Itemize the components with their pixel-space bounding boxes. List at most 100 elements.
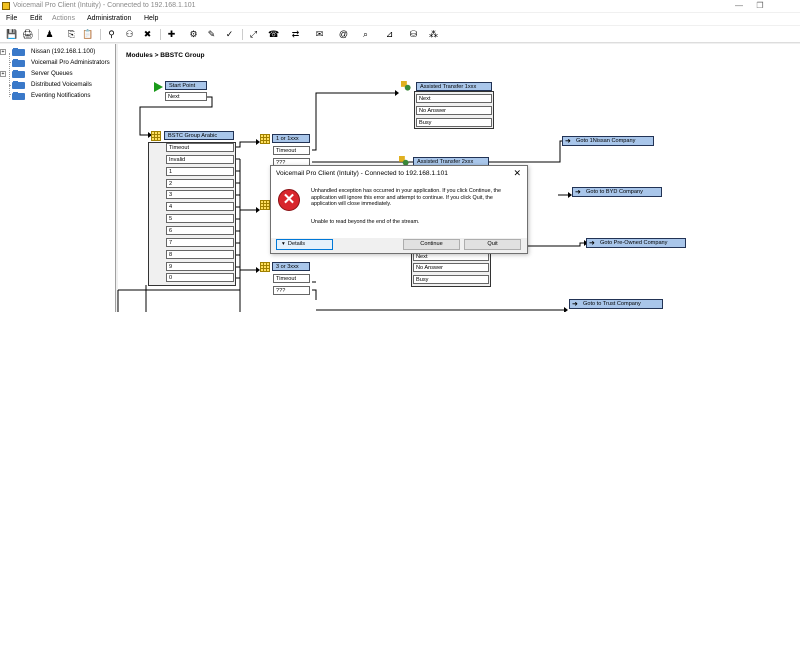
details-button[interactable]: ▾ Details — [276, 239, 333, 250]
menu-node-title: BSTC Group Arabic — [164, 131, 234, 140]
menu-file[interactable]: File — [6, 15, 17, 22]
dialog-close-button[interactable]: ✕ — [513, 168, 521, 179]
error-dialog: Voicemail Pro Client (Intuity) - Connect… — [270, 165, 528, 254]
transfer-busy[interactable]: Busy — [416, 118, 492, 127]
user-icon[interactable]: ♟ — [44, 29, 55, 40]
breadcrumb: Modules > BBSTC Group — [126, 52, 205, 59]
menu-actions[interactable]: Actions — [52, 15, 75, 22]
delete-user-icon[interactable]: ✖ — [142, 29, 153, 40]
sub-node-title: 1 or 1xxx — [272, 134, 310, 143]
folder-icon — [12, 70, 25, 78]
goto-arrow-icon: ➜ — [575, 189, 581, 196]
users-icon[interactable]: ⚇ — [124, 29, 135, 40]
paste-icon[interactable]: 📋 — [82, 29, 93, 40]
menu-row[interactable]: Timeout — [166, 143, 234, 152]
menu-grid-icon — [151, 131, 161, 141]
copy-icon[interactable]: ⎘ — [66, 29, 77, 40]
menu-grid-icon — [260, 262, 270, 272]
goto-arrow-icon: ➜ — [589, 240, 595, 247]
expand-icon[interactable]: + — [0, 71, 6, 77]
menu-bar: File Edit Actions Administration Help — [0, 13, 800, 25]
continue-button[interactable]: Continue — [403, 239, 460, 250]
menu-row[interactable]: Invalid — [166, 155, 234, 164]
add-action-icon[interactable]: ✚ — [166, 29, 177, 40]
sub-node-unknown[interactable]: ??? — [273, 286, 310, 295]
goto-arrow-icon: ➜ — [565, 138, 571, 145]
condition-icon[interactable]: ⊿ — [384, 29, 395, 40]
tree-item-nissan[interactable]: + Nissan (192.168.1.100) — [0, 48, 116, 57]
print-icon[interactable]: 🖨 — [22, 29, 33, 40]
transfer-node-title: Assisted Transfer 1xxx — [416, 82, 492, 91]
app-icon — [2, 2, 10, 10]
expand-icon[interactable]: + — [0, 49, 6, 55]
sub-node-timeout[interactable]: Timeout — [273, 274, 310, 283]
minimize-button[interactable]: — — [730, 0, 748, 12]
sub-node-timeout[interactable]: Timeout — [273, 146, 310, 155]
menu-row[interactable]: 9 — [166, 262, 234, 271]
database-icon[interactable]: ⛁ — [408, 29, 419, 40]
transfer-next[interactable]: Next — [416, 94, 492, 103]
telephony-icon[interactable]: ☎ — [268, 29, 279, 40]
transfer-no-answer[interactable]: No Answer — [413, 263, 489, 272]
error-icon: ✕ — [278, 189, 300, 211]
transfer-icon[interactable]: ⇄ — [290, 29, 301, 40]
tree-item-distributed-voicemails[interactable]: Distributed Voicemails — [0, 81, 116, 90]
dialog-message: Unhandled exception has occurred in your… — [311, 188, 501, 208]
menu-row[interactable]: 0 — [166, 273, 234, 282]
dialog-title-bar: Voicemail Pro Client (Intuity) - Connect… — [271, 166, 527, 182]
app-window: Voicemail Pro Client (Intuity) - Connect… — [0, 0, 800, 312]
transfer-icon — [401, 81, 411, 91]
tree-item-eventing-notifications[interactable]: Eventing Notifications — [0, 92, 116, 101]
menu-grid-icon — [260, 200, 270, 210]
quit-button[interactable]: Quit — [464, 239, 521, 250]
goto-node-4[interactable]: ➜ Goto to Trust Company — [569, 299, 663, 309]
folder-icon — [12, 48, 25, 56]
tree-item-server-queues[interactable]: + Server Queues — [0, 70, 116, 79]
dialog-title: Voicemail Pro Client (Intuity) - Connect… — [276, 170, 448, 177]
transfer-no-answer[interactable]: No Answer — [416, 106, 492, 115]
menu-row[interactable]: 7 — [166, 238, 234, 247]
toolbar: 💾 🖨 ♟ ⎘ 📋 ⚲ ⚇ ✖ ✚ ⚙ ✎ ✓ ⤢ ☎ ⇄ ✉ @ ⌕ ⊿ ⛁ … — [0, 26, 800, 43]
menu-row[interactable]: 8 — [166, 250, 234, 259]
menu-help[interactable]: Help — [144, 15, 158, 22]
play-icon — [154, 82, 163, 92]
menu-row[interactable]: 5 — [166, 214, 234, 223]
goto-node-3[interactable]: ➜ Goto Pre-Owned Company — [586, 238, 686, 248]
menu-grid-icon — [260, 134, 270, 144]
settings-icon[interactable]: ⚙ — [188, 29, 199, 40]
tree-item-administrators[interactable]: Voicemail Pro Administrators — [0, 59, 116, 68]
menu-administration[interactable]: Administration — [87, 15, 131, 22]
chevron-down-icon: ▾ — [282, 241, 285, 247]
mailbox-icon[interactable]: ✉ — [314, 29, 325, 40]
email-icon[interactable]: @ — [338, 29, 349, 40]
goto-node-1[interactable]: ➜ Goto 1Nissan Company — [562, 136, 654, 146]
edit-icon[interactable]: ✎ — [206, 29, 217, 40]
dialog-footer: ▾ Details Continue Quit — [271, 238, 527, 253]
search-icon[interactable]: ⚲ — [106, 29, 117, 40]
title-bar: Voicemail Pro Client (Intuity) - Connect… — [0, 0, 800, 12]
menu-row[interactable]: 2 — [166, 179, 234, 188]
menu-row[interactable]: 1 — [166, 167, 234, 176]
goto-arrow-icon: ➜ — [572, 301, 578, 308]
start-point-next[interactable]: Next — [165, 92, 207, 101]
menu-row[interactable]: 3 — [166, 190, 234, 199]
transfer-busy[interactable]: Busy — [413, 275, 489, 284]
menu-edit[interactable]: Edit — [30, 15, 42, 22]
save-icon[interactable]: 💾 — [6, 29, 17, 40]
folder-icon — [12, 92, 25, 100]
start-point-title: Start Point — [165, 81, 207, 90]
connect-icon[interactable]: ⤢ — [248, 29, 259, 40]
spell-icon[interactable]: ✓ — [224, 29, 235, 40]
sub-node-title: 3 or 3xxx — [272, 262, 310, 271]
window-title: Voicemail Pro Client (Intuity) - Connect… — [13, 2, 196, 9]
dialog-detail: Unable to read beyond the end of the str… — [311, 219, 420, 225]
menu-row[interactable]: 4 — [166, 202, 234, 211]
menu-row[interactable]: 6 — [166, 226, 234, 235]
goto-node-2[interactable]: ➜ Goto to BYD Company — [572, 187, 662, 197]
maximize-button[interactable]: ❐ — [751, 0, 769, 12]
variable-icon[interactable]: ⁂ — [428, 29, 439, 40]
navigation-tree: + Nissan (192.168.1.100) Voicemail Pro A… — [0, 44, 116, 312]
dialog-body: ✕ Unhandled exception has occurred in yo… — [271, 182, 527, 238]
voicemail-icon[interactable]: ⌕ — [360, 29, 371, 40]
folder-icon — [12, 81, 25, 89]
